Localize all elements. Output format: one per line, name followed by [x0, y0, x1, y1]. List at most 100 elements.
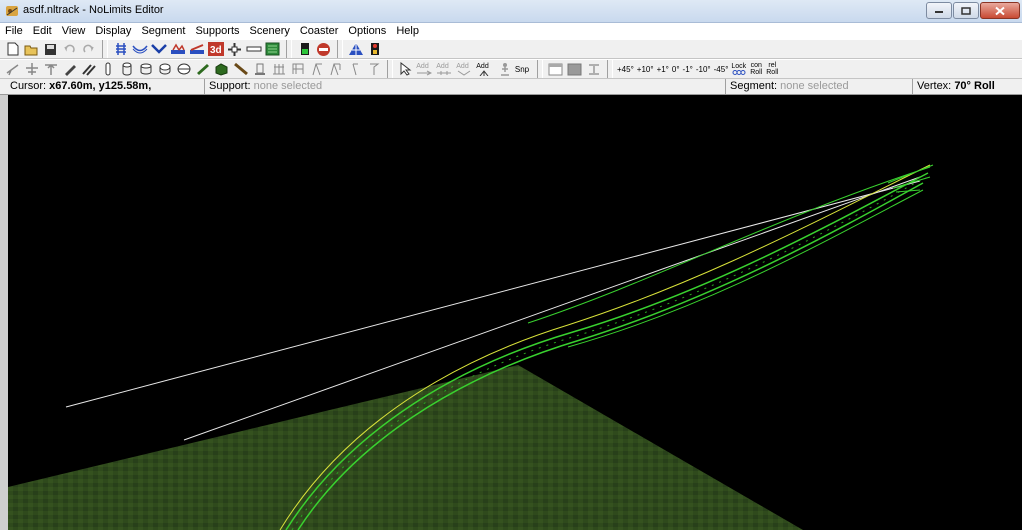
add-support-button[interactable]: Add: [476, 63, 492, 76]
beam-green-icon[interactable]: [194, 61, 211, 78]
roll-zero-button[interactable]: 0°: [672, 65, 680, 73]
vertex-key: Vertex:: [917, 80, 952, 92]
frame-icon[interactable]: [289, 61, 306, 78]
menu-options[interactable]: Options: [343, 23, 391, 39]
toolbar-separator: [537, 60, 543, 78]
undo-icon[interactable]: [61, 41, 78, 58]
view-3d-icon[interactable]: 3d: [207, 41, 224, 58]
disc-icon[interactable]: [175, 61, 192, 78]
block-brake-icon[interactable]: [296, 41, 313, 58]
cylinder-wide-icon[interactable]: [137, 61, 154, 78]
menu-help[interactable]: Help: [391, 23, 424, 39]
footer-icon[interactable]: [251, 61, 268, 78]
straight-segment-icon[interactable]: [245, 41, 262, 58]
lift-icon[interactable]: [188, 41, 205, 58]
footer-group-icon[interactable]: [270, 61, 287, 78]
menu-supports[interactable]: Supports: [190, 23, 244, 39]
new-file-icon[interactable]: [4, 41, 21, 58]
minimize-button[interactable]: [926, 2, 952, 19]
roll-minus1-button[interactable]: -1°: [683, 65, 693, 73]
add-fork-label: Add: [456, 62, 469, 70]
menu-bar: File Edit View Display Segment Supports …: [0, 23, 1022, 39]
bent-support-2-icon[interactable]: [327, 61, 344, 78]
view-gray-icon[interactable]: [566, 61, 583, 78]
station-icon[interactable]: [169, 41, 186, 58]
scene-canvas[interactable]: [8, 95, 1022, 530]
save-icon[interactable]: [42, 41, 59, 58]
menu-scenery[interactable]: Scenery: [245, 23, 295, 39]
ground-plane: [8, 365, 803, 530]
edit-toolbar: Add Add Add Add Snp +45° +10° +1° 0° -1°…: [0, 59, 1022, 79]
vertex-status: Vertex: 70° Roll: [912, 79, 995, 94]
align-vertical-icon[interactable]: [585, 61, 602, 78]
segment-key: Segment:: [730, 80, 778, 92]
add-fork-button[interactable]: Add: [456, 63, 472, 76]
app-icon[interactable]: [5, 4, 19, 18]
roll-minus10-button[interactable]: -10°: [696, 65, 711, 73]
lock-roll-button[interactable]: Lock: [731, 63, 746, 75]
toolbar-separator: [387, 60, 393, 78]
open-folder-icon[interactable]: [23, 41, 40, 58]
track-dip-icon[interactable]: [150, 41, 167, 58]
rel-roll-label-bottom: Roll: [766, 69, 779, 76]
move-cross-icon[interactable]: [226, 41, 243, 58]
roll-plus10-button[interactable]: +10°: [637, 65, 654, 73]
menu-edit[interactable]: Edit: [28, 23, 57, 39]
window-left-frame: [0, 95, 8, 530]
roll-plus45-button[interactable]: +45°: [617, 65, 634, 73]
snap-label: Snp: [514, 64, 530, 74]
double-pencil-icon[interactable]: [80, 61, 97, 78]
menu-display[interactable]: Display: [90, 23, 136, 39]
view-window-icon[interactable]: [547, 61, 564, 78]
support-tool-3-icon[interactable]: [42, 61, 59, 78]
cursor-key: Cursor:: [10, 80, 47, 92]
cylinder-icon[interactable]: [118, 61, 135, 78]
redo-icon[interactable]: [80, 41, 97, 58]
menu-coaster[interactable]: Coaster: [295, 23, 344, 39]
add-segment-button[interactable]: Add: [436, 63, 452, 76]
cursor-status: Cursor: x67.60m, y125.58m,: [6, 79, 151, 94]
support-value: none selected: [253, 80, 323, 92]
con-roll-label-top: con: [750, 62, 762, 69]
stop-sign-icon[interactable]: [315, 41, 332, 58]
editor-3d-viewport[interactable]: [8, 95, 1022, 530]
cylinder-flat-icon[interactable]: [156, 61, 173, 78]
select-cursor-icon[interactable]: [397, 61, 414, 78]
lights-icon[interactable]: [366, 41, 383, 58]
terrain-map-icon[interactable]: [264, 41, 281, 58]
segment-value: none selected: [780, 80, 849, 92]
support-pyramid-icon[interactable]: [347, 41, 364, 58]
con-roll-button[interactable]: con Roll: [750, 62, 762, 76]
support-key: Support:: [209, 80, 251, 92]
menu-segment[interactable]: Segment: [136, 23, 190, 39]
svg-text:3d: 3d: [210, 45, 222, 56]
status-bar: Cursor: x67.60m, y125.58m, Support: none…: [0, 79, 1022, 95]
support-tool-1-icon[interactable]: [4, 61, 21, 78]
bent-support-icon[interactable]: [308, 61, 325, 78]
single-leg-icon[interactable]: [346, 61, 363, 78]
toolbar-separator: [286, 40, 292, 58]
pillar-icon[interactable]: [99, 61, 116, 78]
segment-status: Segment: none selected: [725, 79, 849, 94]
figure-icon[interactable]: [496, 61, 513, 78]
block-green-icon[interactable]: [213, 61, 230, 78]
add-segment-label: Add: [436, 62, 449, 70]
menu-file[interactable]: File: [0, 23, 28, 39]
close-button[interactable]: [980, 2, 1020, 19]
menu-view[interactable]: View: [57, 23, 91, 39]
support-tool-2-icon[interactable]: [23, 61, 40, 78]
toolbar-separator: [607, 60, 613, 78]
t-support-icon[interactable]: [365, 61, 382, 78]
snap-button[interactable]: Snp: [515, 61, 532, 78]
roll-plus1-button[interactable]: +1°: [657, 65, 669, 73]
rel-roll-button[interactable]: rel Roll: [766, 62, 778, 76]
support-status: Support: none selected: [204, 79, 322, 94]
maximize-button[interactable]: [953, 2, 979, 19]
roll-minus45-button[interactable]: -45°: [714, 65, 729, 73]
track-ties-icon[interactable]: [112, 41, 129, 58]
title-bar[interactable]: asdf.nltrack - NoLimits Editor: [0, 0, 1022, 23]
track-curve-icon[interactable]: [131, 41, 148, 58]
add-node-button[interactable]: Add: [416, 63, 432, 76]
pencil-icon[interactable]: [61, 61, 78, 78]
beam-diagonal-icon[interactable]: [232, 61, 249, 78]
